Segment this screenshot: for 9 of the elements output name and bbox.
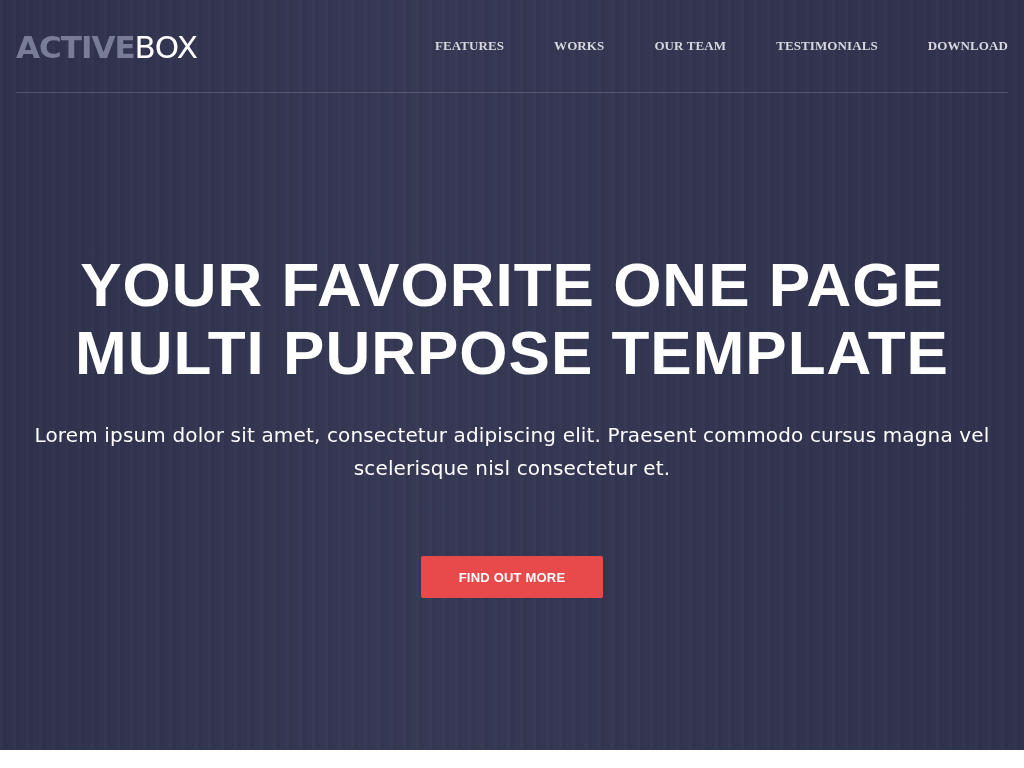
nav-link[interactable]: FEATURES <box>434 38 505 54</box>
hero-description: Lorem ipsum dolor sit amet, consectetur adipiscing elit. Praesent commodo cursus magna vel scelerisque nisl consectetur et. <box>33 422 991 482</box>
nav-link[interactable]: TESTIMONIALS <box>776 38 878 54</box>
hero-headline: YOUR FAVORITE ONE PAGE MULTI PURPOSE TEMPLATE <box>75 251 949 387</box>
nav-link[interactable]: WORKS <box>554 38 605 54</box>
nav-link[interactable]: DOWNLOAD <box>927 38 1008 54</box>
nav-link[interactable]: OUR TEAM <box>654 38 727 54</box>
find-out-more-button[interactable]: FIND OUT MORE <box>421 556 603 598</box>
logo[interactable]: ACTIVEBOX <box>16 31 198 63</box>
